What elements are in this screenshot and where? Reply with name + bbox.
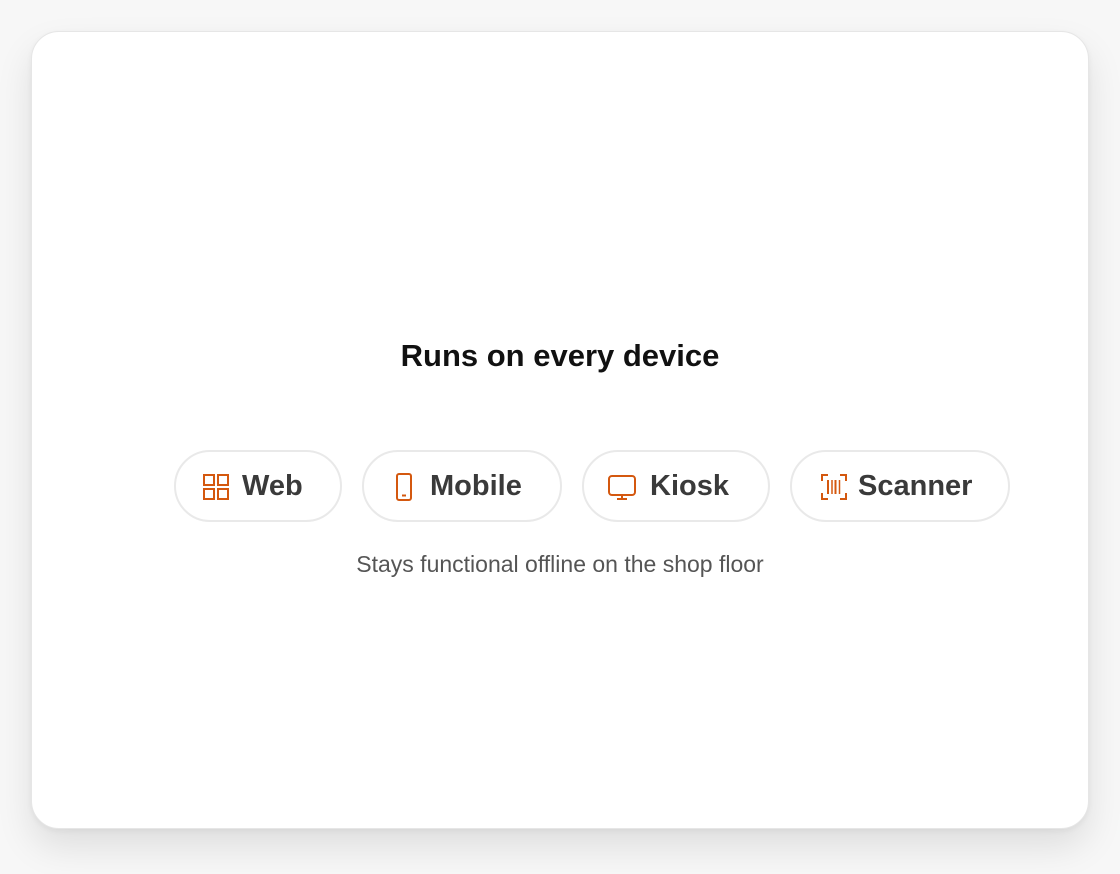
card-title: Runs on every device [400, 338, 720, 373]
device-support-card: Runs on every device Web Mobile Kiosk Sc… [31, 31, 1089, 829]
device-label-scanner: Scanner [858, 470, 973, 502]
device-chip-web[interactable]: Web [174, 450, 342, 522]
device-chip-kiosk[interactable]: Kiosk [582, 450, 770, 522]
monitor-icon [608, 475, 636, 500]
phone-icon [396, 473, 412, 501]
device-chip-mobile[interactable]: Mobile [362, 450, 562, 522]
device-label-web: Web [242, 470, 303, 502]
offline-note: Stays functional offline on the shop flo… [356, 551, 764, 577]
barcode-scanner-icon [821, 474, 847, 500]
device-label-mobile: Mobile [430, 470, 522, 502]
grid-icon [203, 474, 229, 500]
device-chip-scanner[interactable]: Scanner [790, 450, 1010, 522]
device-label-kiosk: Kiosk [650, 470, 729, 502]
